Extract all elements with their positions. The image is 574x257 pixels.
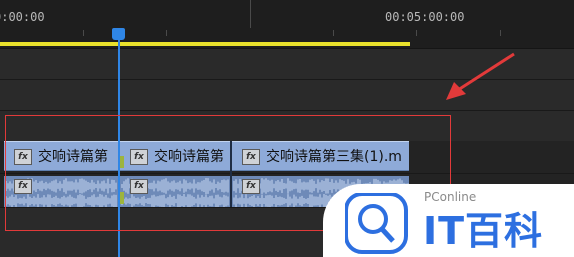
- annotation-arrow-icon: [446, 52, 515, 100]
- ruler-tick: [333, 30, 334, 36]
- ruler-tick: [500, 30, 501, 36]
- time-ruler[interactable]: 0:00:00 00:05:00:00: [0, 0, 574, 49]
- ruler-tick: [416, 30, 417, 36]
- magnifier-logo-icon: [345, 193, 408, 254]
- playhead-handle[interactable]: [112, 28, 125, 40]
- timeline-panel: 0:00:00 00:05:00:00 fx 交响诗篇第 fx 交响诗篇第 fx…: [0, 0, 574, 257]
- ruler-tick: [166, 30, 167, 36]
- timecode-mid: 00:05:00:00: [385, 10, 465, 24]
- watermark-brand-text: IT百科: [423, 209, 544, 253]
- ruler-tick: [83, 30, 84, 36]
- timecode-start: 0:00:00: [0, 10, 45, 24]
- ruler-major-tick: [250, 0, 251, 28]
- work-area-bar[interactable]: [0, 42, 410, 46]
